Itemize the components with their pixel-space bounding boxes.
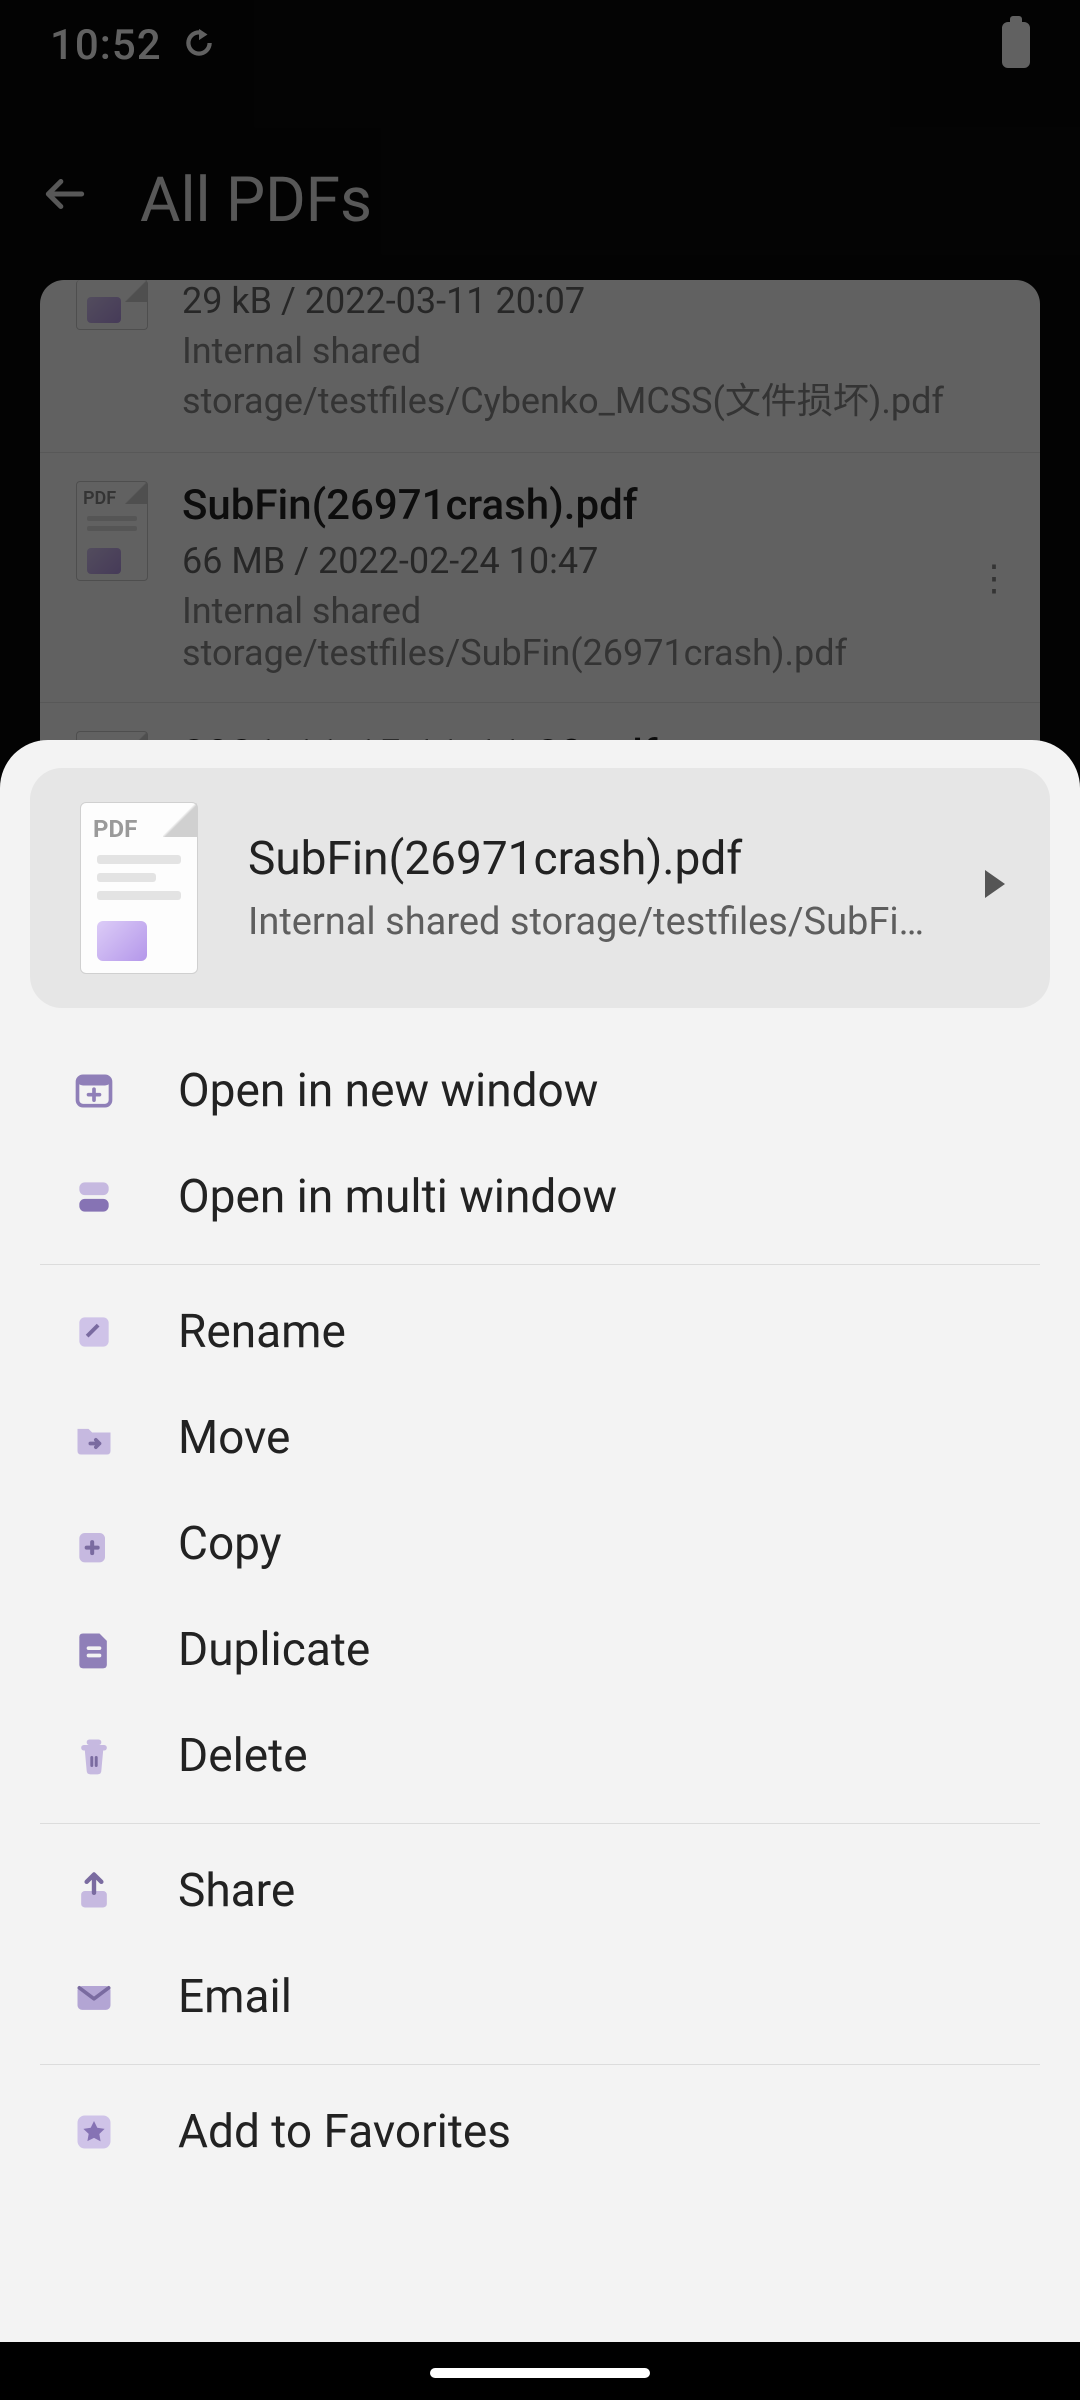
copy-item[interactable]: Copy xyxy=(0,1491,1080,1597)
copy-icon xyxy=(70,1520,118,1568)
new-window-icon xyxy=(70,1067,118,1115)
nav-handle[interactable] xyxy=(430,2368,650,2378)
menu-section-file-ops: Rename Move Copy Duplicate xyxy=(0,1265,1080,1823)
rename-item[interactable]: Rename xyxy=(0,1279,1080,1385)
menu-section-share: Share Email xyxy=(0,1824,1080,2064)
star-icon xyxy=(70,2108,118,2156)
delete-item[interactable]: Delete xyxy=(0,1703,1080,1809)
pdf-badge: PDF xyxy=(93,815,137,843)
menu-label: Rename xyxy=(178,1305,346,1359)
menu-label: Add to Favorites xyxy=(178,2105,511,2159)
menu-label: Move xyxy=(178,1411,290,1465)
open-new-window-item[interactable]: Open in new window xyxy=(0,1038,1080,1144)
chevron-right-icon xyxy=(984,870,1014,906)
trash-icon xyxy=(70,1732,118,1780)
email-icon xyxy=(70,1973,118,2021)
move-item[interactable]: Move xyxy=(0,1385,1080,1491)
menu-label: Duplicate xyxy=(178,1623,370,1677)
menu-label: Open in multi window xyxy=(178,1170,617,1224)
thumb-image xyxy=(97,921,147,961)
duplicate-item[interactable]: Duplicate xyxy=(0,1597,1080,1703)
email-item[interactable]: Email xyxy=(0,1944,1080,2050)
menu-label: Share xyxy=(178,1864,295,1918)
rename-icon xyxy=(70,1308,118,1356)
open-multi-window-item[interactable]: Open in multi window xyxy=(0,1144,1080,1250)
menu-label: Delete xyxy=(178,1729,308,1783)
sheet-filepath: Internal shared storage/testfiles/SubFin… xyxy=(248,900,934,944)
action-menu: Open in new window Open in multi window … xyxy=(0,1008,1080,2400)
multi-window-icon xyxy=(70,1173,118,1221)
duplicate-icon xyxy=(70,1626,118,1674)
pdf-thumb-icon: PDF xyxy=(80,802,198,974)
share-icon xyxy=(70,1867,118,1915)
menu-label: Email xyxy=(178,1970,292,2024)
menu-label: Copy xyxy=(178,1517,282,1571)
share-item[interactable]: Share xyxy=(0,1838,1080,1944)
sheet-filename: SubFin(26971crash).pdf xyxy=(248,832,934,886)
bottom-sheet: PDF SubFin(26971crash).pdf Internal shar… xyxy=(0,740,1080,2400)
menu-label: Open in new window xyxy=(178,1064,598,1118)
sheet-header-text: SubFin(26971crash).pdf Internal shared s… xyxy=(248,832,934,944)
thumb-lines xyxy=(97,855,181,909)
add-favorites-item[interactable]: Add to Favorites xyxy=(0,2079,1080,2185)
move-icon xyxy=(70,1414,118,1462)
menu-section-favorites: Add to Favorites xyxy=(0,2065,1080,2199)
menu-section-open: Open in new window Open in multi window xyxy=(0,1024,1080,1264)
sheet-file-header[interactable]: PDF SubFin(26971crash).pdf Internal shar… xyxy=(30,768,1050,1008)
